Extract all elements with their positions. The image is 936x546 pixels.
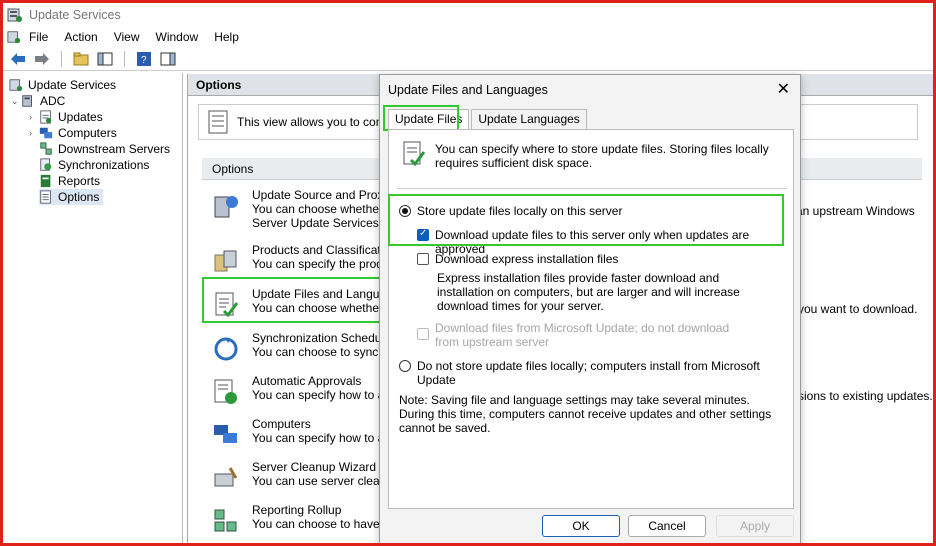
cleanup-icon [214,467,238,487]
menu-help[interactable]: Help [214,30,239,44]
menu-action[interactable]: Action [64,30,97,44]
update-services-icon [9,78,23,92]
option-description: You can use server cleanup [252,474,400,488]
up-folder-icon[interactable] [72,50,90,68]
svg-text:?: ? [141,55,147,66]
express-files-description: Express installation files provide faste… [437,271,740,313]
info-text: This view allows you to configu [237,115,402,129]
tab-update-languages[interactable]: Update Languages [471,109,587,129]
downstream-servers-icon [39,142,53,156]
show-action-pane-icon[interactable] [159,50,177,68]
tree-root[interactable]: Update Services [9,77,116,93]
option-title[interactable]: Synchronization Schedule [252,331,391,345]
chevron-right-icon[interactable]: › [29,112,39,122]
tree-item-updates-label: Updates [58,110,103,124]
option-title[interactable]: Products and Classificatio [252,243,390,257]
menu-view[interactable]: View [114,30,140,44]
updates-icon [39,110,53,124]
tab-highlight-box [383,105,459,131]
console-icon[interactable] [7,30,21,44]
option-description-continuation: sions to existing updates. [798,389,933,403]
option-description: You can choose to synchro [252,345,396,359]
menu-file[interactable]: File [29,30,48,44]
sync-icon [214,337,238,361]
option-description: You can specify how to aut [252,388,395,402]
server-globe-icon [214,196,238,218]
cancel-button[interactable]: Cancel [628,515,706,537]
app-icon [7,8,22,22]
option-title[interactable]: Computers [252,417,311,431]
menu-bar: File Action View Window Help [3,27,933,47]
help-icon[interactable]: ? [135,50,153,68]
show-hide-tree-icon[interactable] [96,50,114,68]
note-text: Note: Saving file and language settings … [399,393,772,435]
tree-server-label: ADC [40,94,66,108]
express-files-checkbox[interactable] [417,253,429,265]
option-description-2: Server Update Services se [252,216,395,230]
store-options-highlight-box [388,194,784,246]
option-description: You can specify the produc [252,257,396,271]
forward-arrow-icon[interactable] [33,50,51,68]
window-title: Update Services [29,8,121,22]
tree-item-computers-label: Computers [58,126,117,140]
list-document-icon [208,110,228,134]
option-title[interactable]: Server Cleanup Wizard [252,460,376,474]
option-title[interactable]: Automatic Approvals [252,374,361,388]
console-tree: Update Services ⌄ ADC › Updates › Comput… [3,73,183,543]
computers-icon [39,126,53,140]
synchronizations-icon [39,158,53,172]
do-not-store-label[interactable]: Do not store update files locally; compu… [417,359,787,387]
chevron-down-icon[interactable]: ⌄ [11,96,21,107]
server-icon [21,94,35,108]
option-highlight-box [202,277,384,323]
rollup-icon [214,509,237,532]
apply-button[interactable]: Apply [716,515,794,537]
close-icon[interactable]: ✕ [777,79,790,99]
tree-item-downstream-servers[interactable]: Downstream Servers [39,141,170,157]
option-description: You can choose whether th [252,202,397,216]
toolbar: ? [3,47,933,71]
option-description-continuation: you want to download. [798,302,918,316]
do-not-store-radio[interactable] [399,360,411,372]
tree-server[interactable]: ⌄ ADC [11,93,65,109]
tree-item-reports-label: Reports [58,174,101,188]
option-title[interactable]: Reporting Rollup [252,503,341,517]
computers-icon [214,425,237,443]
tree-item-downstream-servers-label: Downstream Servers [58,142,171,156]
tree-item-synchronizations[interactable]: Synchronizations [39,157,149,173]
approval-icon [214,379,237,404]
back-arrow-icon[interactable] [9,50,27,68]
title-bar: Update Services [3,3,933,27]
dialog-intro-text: You can specify where to store update fi… [435,142,769,170]
tree-item-synchronizations-label: Synchronizations [58,158,150,172]
tree-item-reports[interactable]: Reports [39,173,100,189]
dialog-body: You can specify where to store update fi… [388,129,794,509]
tree-item-options[interactable]: Options [39,189,104,205]
toolbar-separator [124,50,125,67]
dialog-title: Update Files and Languages [388,83,548,97]
options-icon [39,190,53,204]
menu-window[interactable]: Window [156,30,199,44]
microsoft-update-label: Download files from Microsoft Update; do… [435,321,730,349]
update-files-dialog: Update Files and Languages ✕ Update File… [379,74,801,543]
app-window: Update Services File Action View Window … [0,0,936,546]
tree-item-computers[interactable]: › Computers [29,125,117,141]
divider [397,188,787,189]
express-files-label[interactable]: Download express installation files [435,252,785,266]
tree-item-options-label: Options [58,190,100,204]
option-description-continuation: an upstream Windows [796,204,915,218]
microsoft-update-checkbox[interactable] [417,328,429,340]
update-files-icon [403,141,426,167]
ok-button[interactable]: OK [542,515,620,537]
products-icon [214,250,237,272]
toolbar-separator [61,50,62,67]
chevron-right-icon[interactable]: › [29,128,39,138]
option-description: You can specify how to ass [252,431,397,445]
tree-root-label: Update Services [28,78,117,92]
tree-item-updates[interactable]: › Updates [29,109,103,125]
reports-icon [39,174,53,188]
